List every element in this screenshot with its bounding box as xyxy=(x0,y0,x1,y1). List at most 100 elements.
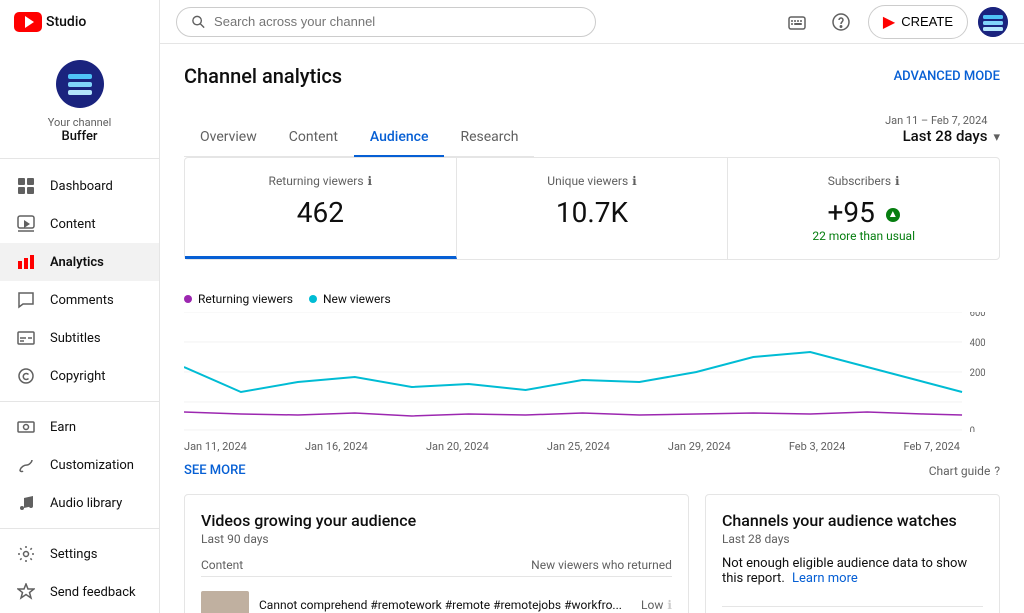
sidebar-item-label: Audio library xyxy=(50,496,122,511)
sidebar-item-content[interactable]: Content xyxy=(0,205,159,243)
sidebar-item-subtitles[interactable]: Subtitles xyxy=(0,319,159,357)
metric-info-icon-returning[interactable]: ℹ xyxy=(368,174,373,188)
channel-name: Buffer xyxy=(61,129,97,144)
metric-value-returning: 462 xyxy=(201,196,440,229)
studio-label: Studio xyxy=(46,14,86,30)
chart-dates: Jan 11, 2024 Jan 16, 2024 Jan 20, 2024 J… xyxy=(184,436,1000,457)
channels-section: Channels your audience watches Last 28 d… xyxy=(722,511,983,586)
channels-learn-more-link[interactable]: Learn more xyxy=(792,571,858,586)
sidebar-nav: Dashboard Content Analytics Comments Sub… xyxy=(0,159,159,613)
sidebar-item-label: Earn xyxy=(50,420,76,435)
account-avatar-icon xyxy=(978,7,1008,37)
gear-icon xyxy=(16,545,36,563)
sidebar-item-label: Copyright xyxy=(50,369,106,384)
bar-chart-icon xyxy=(16,253,36,271)
subtitles-icon xyxy=(16,329,36,347)
table-row[interactable]: Cannot comprehend #remotework #remote #r… xyxy=(201,585,672,613)
sidebar-item-label: Customization xyxy=(50,458,134,473)
date-range-small: Jan 11 – Feb 7, 2024 xyxy=(885,114,987,127)
account-avatar[interactable] xyxy=(978,7,1008,37)
date-range-main: Last 28 days xyxy=(885,127,987,145)
legend-new: New viewers xyxy=(309,292,391,306)
video-badge: Low ℹ xyxy=(641,598,672,612)
metric-subscribers[interactable]: Subscribers ℹ +95 ▲ 22 more than usual xyxy=(728,158,999,259)
metric-info-icon-subscribers[interactable]: ℹ xyxy=(895,174,900,188)
bottom-panels: Videos growing your audience Last 90 day… xyxy=(184,494,1000,613)
sidebar-item-copyright[interactable]: Copyright xyxy=(0,357,159,395)
sidebar-item-customization[interactable]: Customization xyxy=(0,446,159,484)
metric-value-subscribers: +95 ▲ xyxy=(744,196,983,229)
metric-label-returning: Returning viewers ℹ xyxy=(201,174,440,188)
metric-info-icon-unique[interactable]: ℹ xyxy=(632,174,637,188)
analytics-page: Channel analytics ADVANCED MODE Overview… xyxy=(160,44,1024,613)
chart-guide-help-icon: ? xyxy=(994,464,1000,478)
info-icon: ℹ xyxy=(667,598,672,612)
help-button[interactable] xyxy=(824,5,858,39)
chart-guide-button[interactable]: Chart guide ? xyxy=(929,464,1000,478)
search-icon xyxy=(191,14,206,30)
main-content: ▶ CREATE Channel analytics ADVANCED MODE… xyxy=(160,0,1024,613)
money-icon xyxy=(16,418,36,436)
brush-icon xyxy=(16,456,36,474)
sidebar-item-settings[interactable]: Settings xyxy=(0,535,159,573)
chart-section: Returning viewers New viewers xyxy=(184,280,1000,494)
date-dropdown-button[interactable]: ▾ xyxy=(993,130,1000,145)
legend-label-returning: Returning viewers xyxy=(198,292,293,306)
metric-returning-viewers[interactable]: Returning viewers ℹ 462 xyxy=(185,158,457,259)
see-more-button[interactable]: SEE MORE xyxy=(184,463,246,478)
channels-panel: Channels your audience watches Last 28 d… xyxy=(705,494,1000,613)
chart-date-7: Feb 7, 2024 xyxy=(903,440,960,453)
logo[interactable]: Studio xyxy=(0,0,159,44)
tabs-row: Overview Content Audience Research Jan 1… xyxy=(184,104,1000,157)
channel-label: Your channel xyxy=(48,116,112,129)
search-input[interactable] xyxy=(214,14,581,29)
channel-info: Your channel Buffer xyxy=(0,44,159,159)
tab-overview[interactable]: Overview xyxy=(184,119,273,157)
comment-icon xyxy=(16,291,36,309)
sidebar-item-feedback[interactable]: Send feedback xyxy=(0,573,159,611)
sidebar-item-dashboard[interactable]: Dashboard xyxy=(0,167,159,205)
chart-svg: 600 400 200 0 xyxy=(184,312,1000,432)
advanced-mode-button[interactable]: ADVANCED MODE xyxy=(894,69,1000,84)
svg-text:0: 0 xyxy=(970,426,975,432)
sidebar-item-earn[interactable]: Earn xyxy=(0,408,159,446)
legend-returning: Returning viewers xyxy=(184,292,293,306)
tab-content[interactable]: Content xyxy=(273,119,354,157)
sidebar-item-label: Content xyxy=(50,217,96,232)
metric-sub-subscribers: 22 more than usual xyxy=(744,229,983,243)
sidebar-divider xyxy=(0,401,159,402)
tab-audience[interactable]: Audience xyxy=(354,119,445,157)
help-icon xyxy=(831,12,851,32)
legend-dot-new xyxy=(309,295,317,303)
date-range-text: Jan 11 – Feb 7, 2024 Last 28 days xyxy=(885,114,987,145)
sidebar-item-audio-library[interactable]: Audio library xyxy=(0,484,159,522)
videos-panel-title: Videos growing your audience xyxy=(201,511,672,530)
sidebar-divider-2 xyxy=(0,528,159,529)
videos-table-header: Content New viewers who returned xyxy=(201,558,672,577)
metric-label-subscribers: Subscribers ℹ xyxy=(744,174,983,188)
create-button[interactable]: ▶ CREATE xyxy=(868,5,968,39)
subscribers-up-icon: ▲ xyxy=(886,208,900,222)
sidebar-item-label: Analytics xyxy=(50,255,104,270)
video-title: Cannot comprehend #remotework #remote #r… xyxy=(259,598,631,612)
video-thumbnail xyxy=(201,591,249,613)
search-box[interactable] xyxy=(176,7,596,37)
what-watches-section: What your audience watches Last 7 days N… xyxy=(722,606,983,613)
create-label: CREATE xyxy=(901,14,953,29)
legend-dot-returning xyxy=(184,295,192,303)
chart-date-4: Jan 25, 2024 xyxy=(547,440,610,453)
analytics-tabs: Overview Content Audience Research xyxy=(184,119,534,157)
topbar-right: ▶ CREATE xyxy=(780,5,1008,39)
keyboard-shortcut-button[interactable] xyxy=(780,5,814,39)
copyright-icon xyxy=(16,367,36,385)
channels-panel-title: Channels your audience watches xyxy=(722,511,983,530)
metric-unique-viewers[interactable]: Unique viewers ℹ 10.7K xyxy=(457,158,729,259)
tab-research[interactable]: Research xyxy=(444,119,534,157)
sidebar-item-label: Comments xyxy=(50,293,114,308)
metric-label-unique: Unique viewers ℹ xyxy=(473,174,712,188)
youtube-logo: Studio xyxy=(14,12,86,32)
sidebar: Studio Your channel Buffer Dashboard Con… xyxy=(0,0,160,613)
yt-icon xyxy=(14,12,42,32)
sidebar-item-analytics[interactable]: Analytics xyxy=(0,243,159,281)
sidebar-item-comments[interactable]: Comments xyxy=(0,281,159,319)
